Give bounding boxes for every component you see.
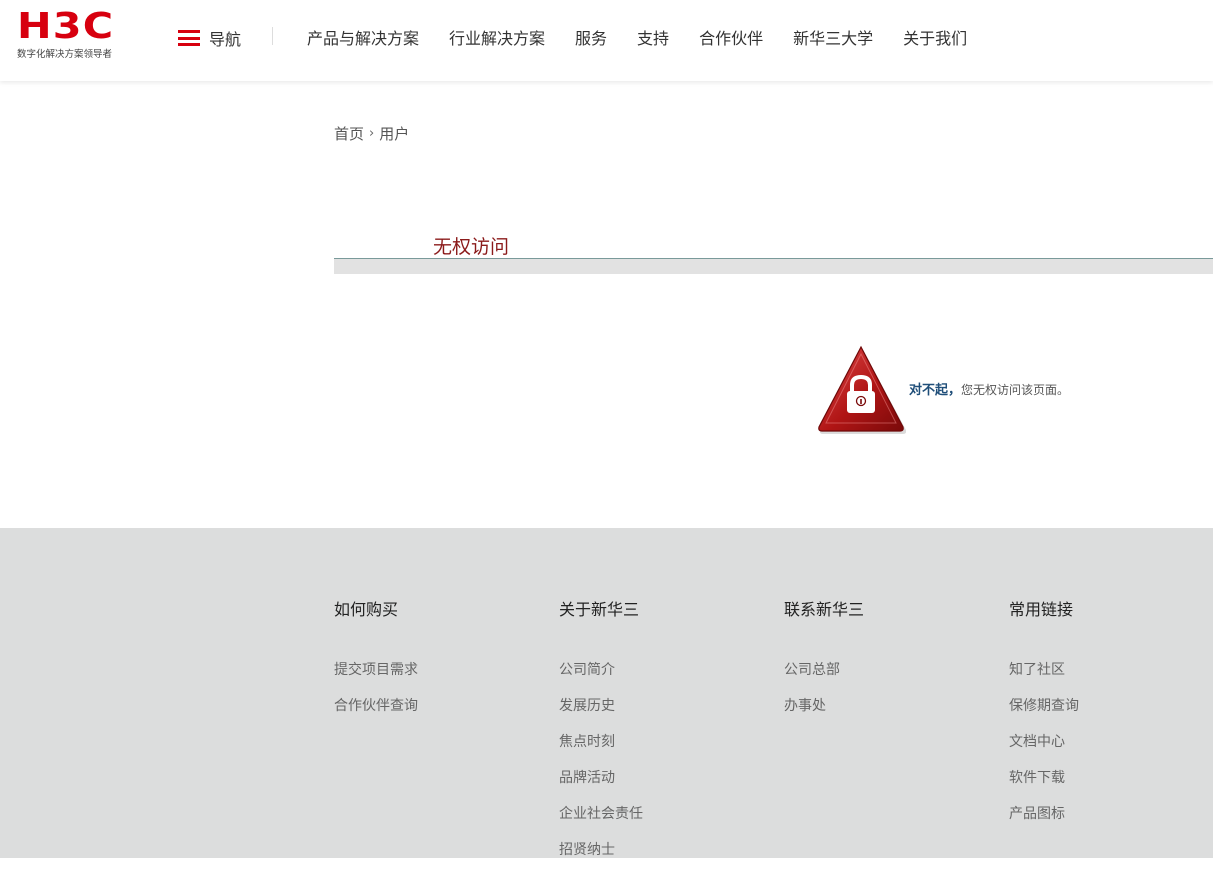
- menu-item-partners[interactable]: 合作伙伴: [699, 25, 763, 49]
- breadcrumb-current: 用户: [379, 125, 410, 143]
- menu-item-about[interactable]: 关于我们: [903, 25, 967, 49]
- footer-link[interactable]: 软件下载: [1009, 767, 1079, 803]
- footer-heading: 常用链接: [1009, 600, 1074, 619]
- hamburger-icon: [178, 30, 200, 46]
- footer-link[interactable]: 公司总部: [784, 659, 864, 695]
- site-header: H3C 数字化解决方案领导者 导航 产品与解决方案 行业解决方案 服务 支持 合…: [0, 0, 1213, 81]
- footer-link[interactable]: 合作伙伴查询: [334, 695, 418, 731]
- footer-heading: 如何购买: [334, 600, 399, 619]
- footer-link[interactable]: 办事处: [784, 695, 864, 731]
- site-footer: 如何购买 提交项目需求 合作伙伴查询 关于新华三 公司简介 发展历史 焦点时刻 …: [0, 528, 1213, 858]
- title-bar: [334, 259, 1213, 274]
- menu-item-university[interactable]: 新华三大学: [793, 25, 873, 49]
- footer-link[interactable]: 焦点时刻: [559, 731, 643, 767]
- lock-warning-icon: [816, 344, 907, 434]
- page-title: 无权访问: [433, 236, 510, 258]
- message-text: 您无权访问该页面。: [961, 383, 1070, 397]
- footer-link[interactable]: 发展历史: [559, 695, 643, 731]
- footer-column-contact: 联系新华三 公司总部 办事处: [784, 596, 864, 731]
- footer-column-about: 关于新华三 公司简介 发展历史 焦点时刻 品牌活动 企业社会责任 招贤纳士: [559, 596, 643, 875]
- message-strong: 对不起，: [909, 383, 962, 398]
- main-menu: 产品与解决方案 行业解决方案 服务 支持 合作伙伴 新华三大学 关于我们: [307, 25, 997, 49]
- menu-item-service[interactable]: 服务: [575, 25, 607, 49]
- access-denied-message: 对不起，您无权访问该页面。: [909, 379, 1069, 398]
- footer-link[interactable]: 保修期查询: [1009, 695, 1079, 731]
- breadcrumb: 首页 › 用户: [334, 123, 409, 144]
- nav-divider: [272, 27, 273, 45]
- footer-heading: 关于新华三: [559, 600, 640, 619]
- logo-tagline: 数字化解决方案领导者: [17, 49, 113, 60]
- menu-item-support[interactable]: 支持: [637, 25, 669, 49]
- nav-toggle-label: 导航: [209, 30, 242, 49]
- footer-link[interactable]: 提交项目需求: [334, 659, 418, 695]
- footer-link[interactable]: 知了社区: [1009, 659, 1079, 695]
- menu-item-industry[interactable]: 行业解决方案: [449, 25, 545, 49]
- logo-mark: H3C: [17, 6, 115, 47]
- breadcrumb-separator: ›: [369, 126, 375, 141]
- footer-link[interactable]: 企业社会责任: [559, 803, 643, 839]
- nav-toggle-button[interactable]: 导航: [178, 26, 241, 50]
- footer-link[interactable]: 文档中心: [1009, 731, 1079, 767]
- menu-item-products[interactable]: 产品与解决方案: [307, 25, 419, 49]
- footer-heading: 联系新华三: [784, 600, 865, 619]
- footer-link[interactable]: 产品图标: [1009, 803, 1079, 839]
- footer-column-links: 常用链接 知了社区 保修期查询 文档中心 软件下载 产品图标: [1009, 596, 1079, 839]
- footer-column-buy: 如何购买 提交项目需求 合作伙伴查询: [334, 596, 418, 731]
- h3c-logo[interactable]: H3C 数字化解决方案领导者: [17, 9, 127, 62]
- footer-link[interactable]: 公司简介: [559, 659, 643, 695]
- footer-link[interactable]: 品牌活动: [559, 767, 643, 803]
- footer-link[interactable]: 招贤纳士: [559, 839, 643, 875]
- breadcrumb-home[interactable]: 首页: [334, 123, 364, 144]
